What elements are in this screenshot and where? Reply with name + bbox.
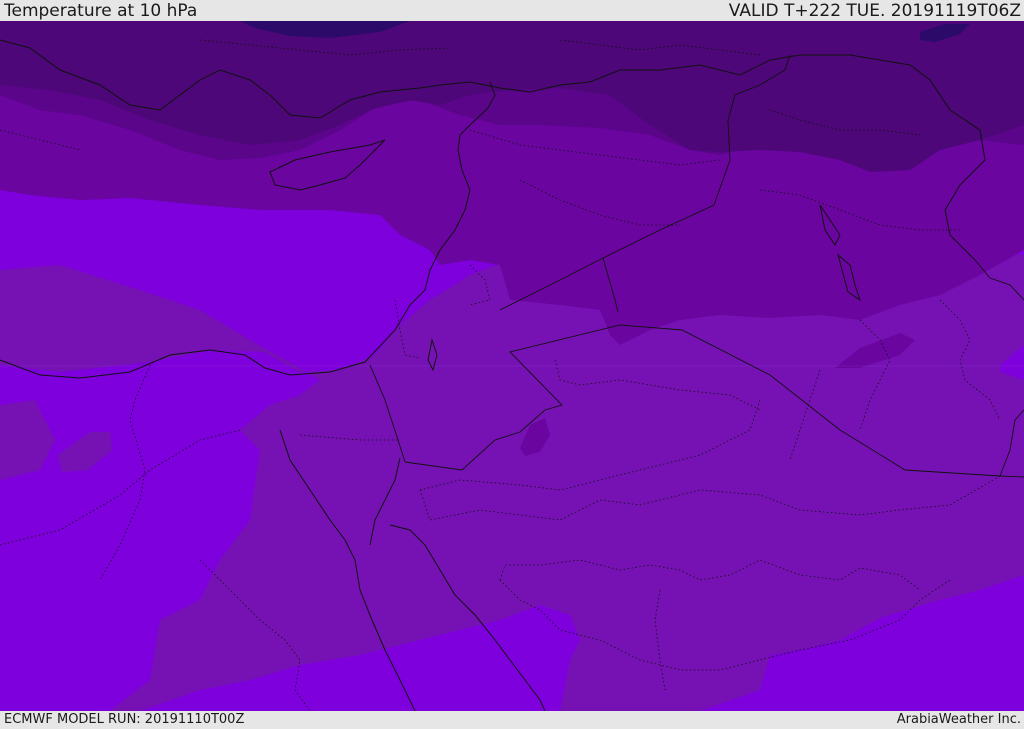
model-run: ECMWF MODEL RUN: 20191110T00Z (4, 712, 245, 727)
map-title: Temperature at 10 hPa (4, 1, 198, 21)
footer-bar: ECMWF MODEL RUN: 20191110T00Z ArabiaWeat… (0, 711, 1024, 729)
credit: ArabiaWeather Inc. (896, 712, 1021, 727)
temperature-map (0, 21, 1024, 711)
title-bar: Temperature at 10 hPa VALID T+222 TUE. 2… (0, 0, 1024, 21)
valid-time: VALID T+222 TUE. 20191119T06Z (728, 1, 1021, 21)
